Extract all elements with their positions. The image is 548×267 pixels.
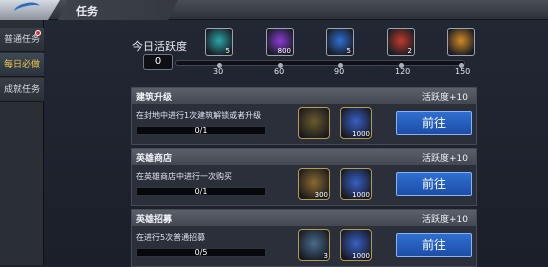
coin-icon[interactable]: 300 xyxy=(298,168,330,200)
sidebar-item-label: 每日必做 xyxy=(3,60,40,70)
blue-exp-orb-icon[interactable]: 1000 xyxy=(340,107,372,139)
go-button[interactable]: 前往 xyxy=(396,233,472,257)
task-activity-reward: 活跃度+10 xyxy=(422,93,468,103)
task-progress-text: 0/5 xyxy=(194,248,208,257)
task-progress-bar: 0/5 xyxy=(136,248,266,257)
item-count: 1000 xyxy=(352,252,370,260)
task-card: 建筑升级 活跃度+10 在封地中进行1次建筑解锁或者升级 0/1 1000 前往 xyxy=(131,87,477,145)
item-count: 3 xyxy=(323,252,328,260)
task-progress-text: 0/1 xyxy=(194,187,208,196)
sidebar-item-label: 普通任务 xyxy=(3,35,40,45)
reward-count: 800 xyxy=(277,47,291,55)
sidebar-item-label: 成就任务 xyxy=(3,85,40,95)
milestone-points: 150 xyxy=(455,67,471,76)
item-count: 300 xyxy=(314,191,328,199)
task-description: 在英雄商店中进行一次购买 xyxy=(136,172,232,181)
task-card: 英雄招募 活跃度+10 在进行5次普通招募 0/5 3 1000 前往 xyxy=(131,209,477,267)
task-card: 英雄商店 活跃度+10 在英雄商店中进行一次购买 0/1 300 1000 前往 xyxy=(131,148,477,206)
gem-chest-icon[interactable]: 5 xyxy=(205,28,233,56)
go-button[interactable]: 前往 xyxy=(396,111,472,135)
blue-exp-orb-icon[interactable]: 1000 xyxy=(340,229,372,261)
blue-card-icon[interactable]: 5 xyxy=(326,28,354,56)
sidebar: 普通任务 每日必做 成就任务 xyxy=(0,20,44,265)
go-button[interactable]: 前往 xyxy=(396,172,472,196)
recruit-card-icon[interactable]: 3 xyxy=(298,229,330,261)
activity-label: 今日活跃度 xyxy=(132,40,187,53)
task-activity-reward: 活跃度+10 xyxy=(422,215,468,225)
sidebar-item-daily-tasks[interactable]: 每日必做 xyxy=(0,53,44,77)
red-chest-icon[interactable]: 2 xyxy=(387,28,415,56)
page-title: 任务 xyxy=(76,5,98,18)
back-arc-icon xyxy=(13,0,41,18)
milestone-points: 60 xyxy=(274,67,285,76)
task-name: 英雄商店 xyxy=(136,154,173,164)
item-count: 1000 xyxy=(352,130,370,138)
task-activity-reward: 活跃度+10 xyxy=(422,154,468,164)
blue-exp-orb-icon[interactable]: 1000 xyxy=(340,168,372,200)
notification-dot-icon xyxy=(35,30,41,36)
milestone-points: 30 xyxy=(213,67,224,76)
task-progress-bar: 0/1 xyxy=(136,187,266,196)
reward-count: 5 xyxy=(346,47,351,55)
gold-chest-icon[interactable] xyxy=(447,28,475,56)
task-progress-text: 0/1 xyxy=(194,126,208,135)
purple-orb-icon[interactable]: 800 xyxy=(266,28,294,56)
task-name: 建筑升级 xyxy=(136,93,173,103)
sidebar-item-normal-tasks[interactable]: 普通任务 xyxy=(0,28,44,52)
task-progress-bar: 0/1 xyxy=(136,126,266,135)
task-description: 在封地中进行1次建筑解锁或者升级 xyxy=(136,111,262,120)
milestone-points: 90 xyxy=(334,67,345,76)
scroll-map-icon[interactable] xyxy=(298,107,330,139)
activity-count: 0 xyxy=(143,54,173,70)
task-name: 英雄招募 xyxy=(136,215,173,225)
sidebar-item-achievements[interactable]: 成就任务 xyxy=(0,78,44,102)
task-description: 在进行5次普通招募 xyxy=(136,233,206,242)
milestone-points: 120 xyxy=(395,67,411,76)
reward-count: 2 xyxy=(407,47,412,55)
item-count: 1000 xyxy=(352,191,370,199)
reward-count: 5 xyxy=(225,47,230,55)
